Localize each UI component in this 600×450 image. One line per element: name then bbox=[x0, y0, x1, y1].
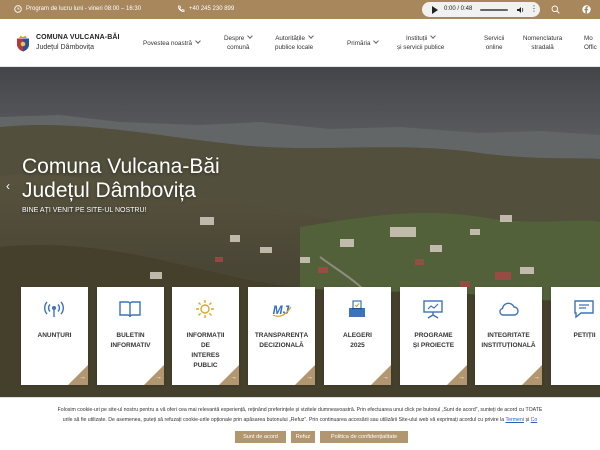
nav-item-more[interactable]: Mo Offic bbox=[584, 34, 597, 52]
nav-item-institutii[interactable]: Instituții și servicii publice bbox=[397, 33, 444, 52]
top-bar: Program de lucru luni - vineri 08:00 – 1… bbox=[0, 0, 600, 19]
audio-progress-track[interactable] bbox=[480, 9, 508, 11]
card-anunturi[interactable]: ANUNȚURI → bbox=[21, 287, 88, 385]
mj-brand-icon: MJ bbox=[273, 303, 292, 317]
presentation-board-icon bbox=[423, 300, 443, 319]
sun-icon bbox=[196, 300, 214, 318]
cloud-icon bbox=[499, 302, 519, 316]
arrow-right-icon: → bbox=[382, 374, 389, 381]
search-icon[interactable] bbox=[551, 5, 560, 14]
phone-number[interactable]: +40 245 230 899 bbox=[189, 6, 234, 12]
nav-item-primaria[interactable]: Primăria bbox=[347, 38, 380, 48]
nav-item-autoritati[interactable]: Autoritățile publice locale bbox=[275, 33, 314, 52]
arrow-right-icon: → bbox=[458, 374, 465, 381]
chevron-down-icon bbox=[308, 33, 314, 39]
open-book-icon bbox=[119, 301, 141, 318]
slider-prev-icon[interactable]: ‹ bbox=[6, 179, 10, 193]
chevron-down-icon bbox=[373, 38, 380, 44]
cookie-policy-link[interactable]: Co bbox=[531, 417, 538, 423]
arrow-right-icon: → bbox=[533, 374, 540, 381]
cookie-text-line2: urile să fie utilizate. De asemenea, put… bbox=[62, 417, 538, 423]
arrow-right-icon: → bbox=[306, 374, 313, 381]
work-schedule: Program de lucru luni - vineri 08:00 – 1… bbox=[26, 6, 142, 12]
card-programe-proiecte[interactable]: PROGRAME ȘI PROIECTE → bbox=[400, 287, 467, 385]
message-icon bbox=[574, 300, 594, 319]
broadcast-icon bbox=[44, 301, 64, 317]
hero-title: Comuna Vulcana-Băi Județul Dâmbovița bbox=[22, 155, 220, 202]
card-transparenta-decizionala[interactable]: MJ TRANSPARENȚA DECIZIONALĂ → bbox=[248, 287, 315, 385]
nav-item-servicii-online[interactable]: Servicii online bbox=[484, 34, 504, 52]
coat-of-arms-logo[interactable] bbox=[16, 35, 30, 52]
accept-cookies-button[interactable]: Sunt de acord bbox=[235, 431, 286, 443]
chevron-down-icon bbox=[247, 33, 254, 39]
card-buletin-informativ[interactable]: BULETIN INFORMATIV → bbox=[97, 287, 164, 385]
card-label: ALEGERI 2025 bbox=[343, 332, 372, 349]
hero-subtitle: BINE AȚI VENIT PE SITE-UL NOSTRU! bbox=[22, 207, 147, 214]
clock-icon bbox=[14, 5, 22, 13]
card-informatii-interes-public[interactable]: INFORMAȚII DE INTERES PUBLIC → bbox=[172, 287, 239, 385]
card-petitii[interactable]: PETIȚII bbox=[551, 287, 600, 385]
card-label: ANUNȚURI bbox=[37, 332, 72, 339]
cookie-banner: Folosim cookie-uri pe site-ul nostru pen… bbox=[0, 397, 600, 450]
ballot-box-icon bbox=[349, 300, 365, 317]
chevron-down-icon bbox=[195, 38, 201, 44]
card-label: PROGRAME ȘI PROIECTE bbox=[412, 332, 455, 349]
chevron-down-icon bbox=[430, 33, 437, 39]
terms-link[interactable]: Termeni bbox=[506, 417, 524, 423]
card-label: BULETIN INFORMATIV bbox=[110, 332, 151, 349]
play-icon[interactable] bbox=[432, 6, 438, 14]
card-label: PETIȚII bbox=[573, 332, 596, 339]
logo-title[interactable]: COMUNA VULCANA-BĂI bbox=[36, 34, 120, 41]
nav-item-povestea[interactable]: Povestea noastră bbox=[143, 38, 201, 48]
volume-icon[interactable] bbox=[516, 6, 525, 14]
card-label: INTEGRITATE INSTITUȚIONALĂ bbox=[481, 332, 536, 349]
card-label: TRANSPARENȚA DECIZIONALĂ bbox=[254, 332, 309, 349]
svg-text:MJ: MJ bbox=[273, 303, 290, 317]
logo-subtitle[interactable]: Județul Dâmbovița bbox=[36, 44, 94, 51]
audio-player[interactable]: 0:00 / 0:48 ⋮ bbox=[422, 2, 540, 17]
refuse-cookies-button[interactable]: Refuz bbox=[291, 431, 315, 443]
facebook-icon[interactable] bbox=[582, 5, 591, 14]
arrow-right-icon: → bbox=[155, 374, 162, 381]
site-header: COMUNA VULCANA-BĂI Județul Dâmbovița Pov… bbox=[0, 19, 600, 67]
privacy-policy-button[interactable]: Politica de confidențialitate bbox=[320, 431, 408, 443]
phone-icon bbox=[178, 5, 185, 12]
nav-item-nomenclatura[interactable]: Nomenclatura stradală bbox=[523, 34, 562, 52]
card-alegeri-2025[interactable]: ALEGERI 2025 → bbox=[324, 287, 391, 385]
audio-time: 0:00 / 0:48 bbox=[444, 6, 473, 12]
more-options-icon[interactable]: ⋮ bbox=[530, 4, 538, 13]
card-integritate-institutionala[interactable]: INTEGRITATE INSTITUȚIONALĂ → bbox=[475, 287, 542, 385]
page: Program de lucru luni - vineri 08:00 – 1… bbox=[0, 0, 600, 450]
arrow-right-icon: → bbox=[230, 374, 237, 381]
arrow-right-icon: → bbox=[79, 374, 86, 381]
cookie-text-line1: Folosim cookie-uri pe site-ul nostru pen… bbox=[57, 407, 543, 413]
nav-item-despre[interactable]: Despre comună bbox=[224, 33, 254, 52]
